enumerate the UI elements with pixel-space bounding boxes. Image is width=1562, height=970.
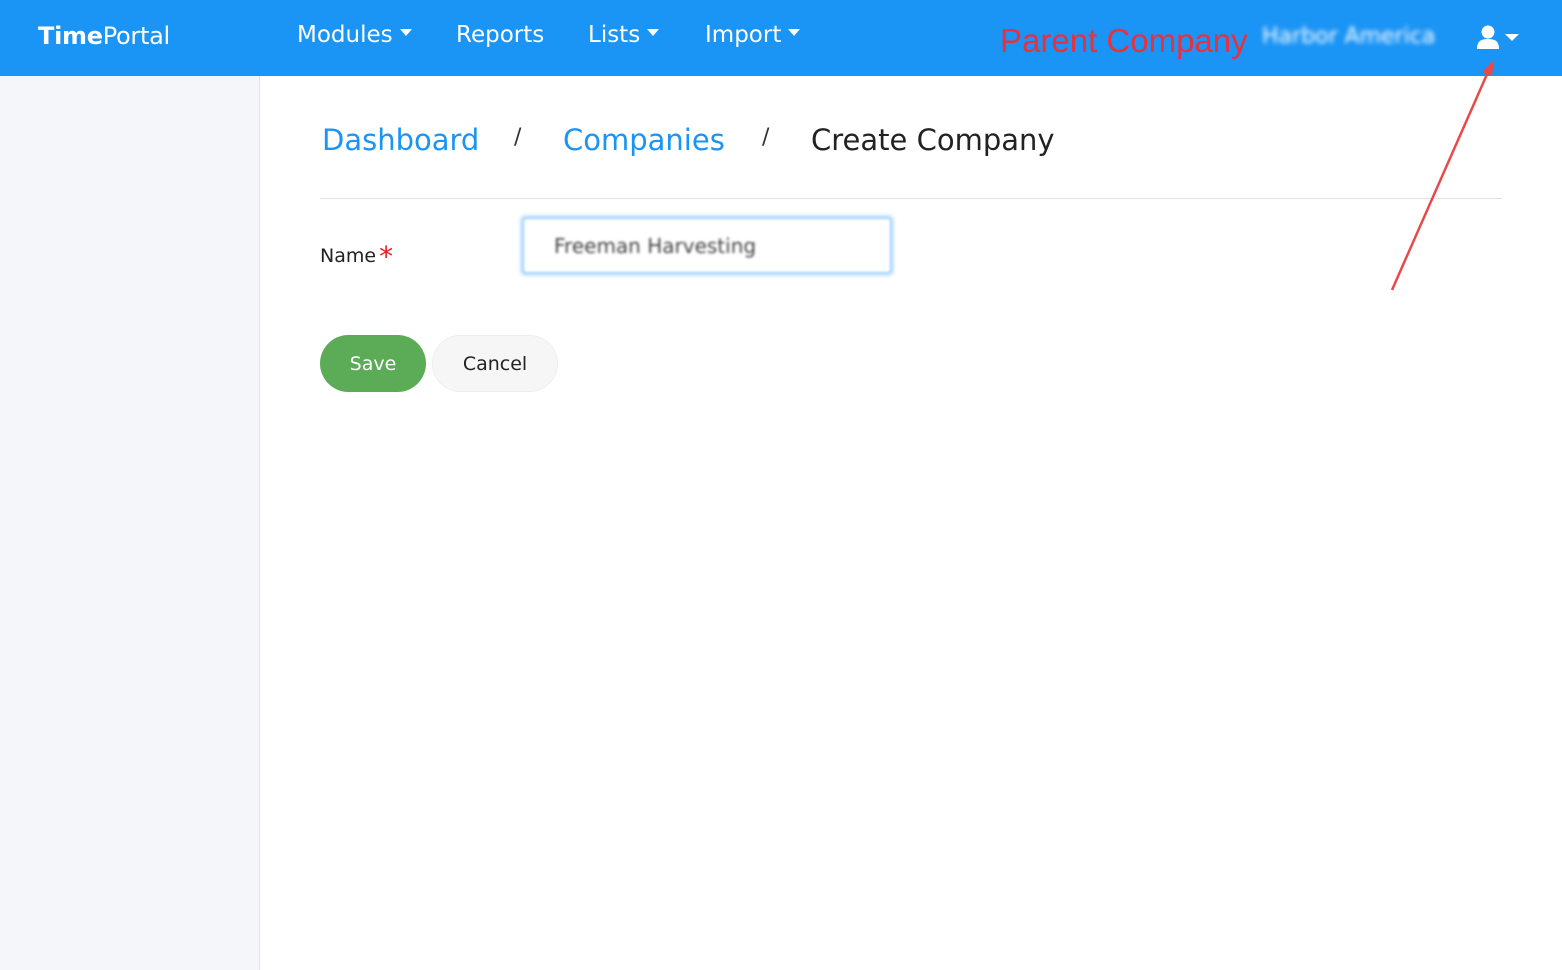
page-title: Create Company bbox=[811, 123, 1055, 157]
nav-lists-dropdown[interactable]: Lists bbox=[588, 22, 660, 48]
nav-import-label: Import bbox=[705, 22, 782, 48]
cancel-button[interactable]: Cancel bbox=[432, 335, 558, 392]
caret-down-icon bbox=[647, 29, 660, 36]
sidebar bbox=[0, 76, 260, 970]
nav-modules-label: Modules bbox=[297, 22, 393, 48]
required-asterisk-icon: * bbox=[379, 240, 394, 273]
caret-down-icon bbox=[788, 29, 801, 36]
nav-reports-link[interactable]: Reports bbox=[456, 22, 544, 48]
user-icon bbox=[1477, 25, 1519, 49]
breadcrumb-dashboard-link[interactable]: Dashboard bbox=[322, 123, 479, 157]
nav-lists-label: Lists bbox=[588, 22, 641, 48]
parent-company-annotation: Parent Company bbox=[1000, 22, 1248, 59]
nav-modules-dropdown[interactable]: Modules bbox=[297, 22, 412, 48]
nav-import-dropdown[interactable]: Import bbox=[705, 22, 801, 48]
user-menu-dropdown[interactable] bbox=[1477, 25, 1523, 53]
header-divider bbox=[320, 198, 1502, 199]
breadcrumb-companies-link[interactable]: Companies bbox=[563, 123, 725, 157]
breadcrumb-separator: / bbox=[762, 125, 770, 150]
name-field-label: Name * bbox=[320, 236, 393, 273]
breadcrumb-separator: / bbox=[514, 125, 522, 150]
top-navbar: TimePortal Modules Reports Lists Import … bbox=[0, 0, 1562, 76]
save-button[interactable]: Save bbox=[320, 335, 426, 392]
brand-logo[interactable]: TimePortal bbox=[38, 22, 170, 50]
brand-bold: Time bbox=[38, 22, 103, 50]
current-company-name: Harbor America bbox=[1262, 24, 1436, 49]
nav-reports-label: Reports bbox=[456, 22, 545, 48]
caret-down-icon bbox=[399, 29, 412, 36]
name-label-text: Name bbox=[320, 245, 377, 267]
caret-down-icon bbox=[1505, 34, 1519, 41]
company-name-input[interactable] bbox=[522, 217, 892, 274]
brand-light: Portal bbox=[102, 22, 170, 50]
